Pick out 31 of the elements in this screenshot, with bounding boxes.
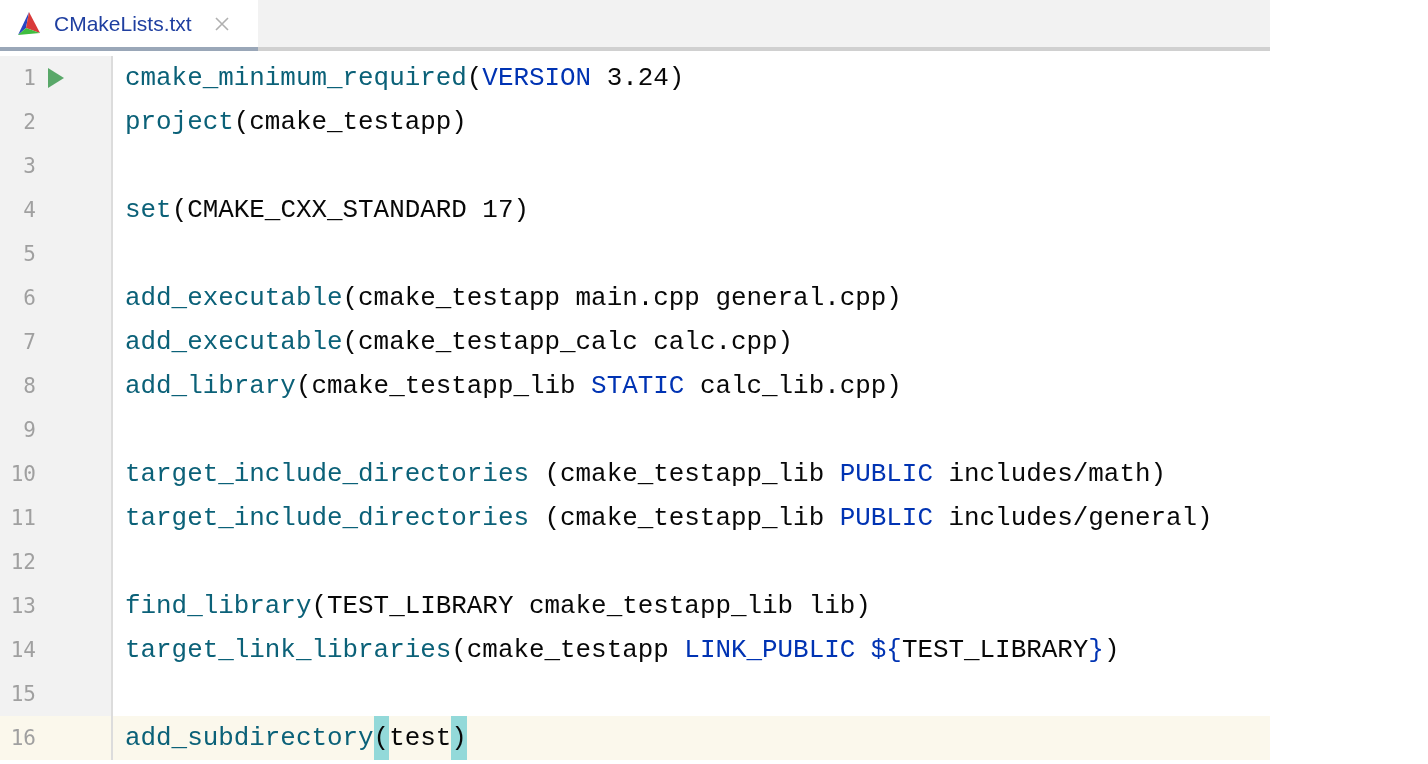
file-tab[interactable]: CMakeLists.txt <box>0 0 258 51</box>
line-number: 15 <box>9 682 36 706</box>
code-line: add_executable(cmake_testapp_calc calc.cpp) <box>124 326 794 359</box>
triangle-logo-icon <box>16 10 42 37</box>
line-number: 10 <box>9 462 36 486</box>
line-number: 13 <box>9 594 36 618</box>
line-number: 6 <box>22 286 36 310</box>
line-number: 9 <box>22 418 36 442</box>
run-icon[interactable] <box>48 68 64 88</box>
line-number: 12 <box>9 550 36 574</box>
code-line: set(CMAKE_CXX_STANDARD 17) <box>124 194 529 227</box>
line-number: 4 <box>22 198 36 222</box>
code-line: add_library(cmake_testapp_lib STATIC calc_lib.cpp) <box>124 370 902 403</box>
line-number: 5 <box>22 242 36 266</box>
code-line: target_include_directories (cmake_testapp_lib PUBLIC includes/math) <box>124 458 1166 491</box>
line-number: 7 <box>22 330 36 354</box>
code-line: project(cmake_testapp) <box>124 106 467 139</box>
line-number: 8 <box>22 374 36 398</box>
line-number: 14 <box>9 638 36 662</box>
line-number: 11 <box>9 506 36 530</box>
code-line: find_library(TEST_LIBRARY cmake_testapp_lib lib) <box>124 590 871 623</box>
code-line: add_subdirectory(test) <box>113 716 467 760</box>
code-line: target_include_directories (cmake_testapp_lib PUBLIC includes/general) <box>124 502 1213 535</box>
line-number: 1 <box>22 66 36 90</box>
code-line: target_link_libraries(cmake_testapp LINK_PUBLIC ${TEST_LIBRARY}) <box>124 634 1120 667</box>
line-number: 3 <box>22 154 36 178</box>
close-icon[interactable] <box>213 15 230 32</box>
code-line: add_executable(cmake_testapp main.cpp general.cpp) <box>124 282 902 315</box>
code-line: cmake_minimum_required(VERSION 3.24) <box>124 62 685 95</box>
line-number: 16 <box>9 726 36 750</box>
line-number: 2 <box>22 110 36 134</box>
